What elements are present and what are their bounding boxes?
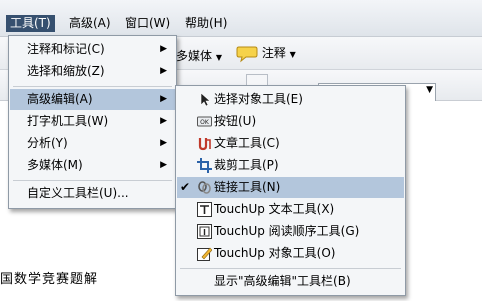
submenu-arrow-icon: ▶ (160, 44, 167, 54)
menu-advanced[interactable]: 高级(A) (65, 15, 115, 32)
menu-item-label: TouchUp 文本工具(X) (214, 202, 335, 216)
menu-item-label: 文章工具(C) (214, 136, 280, 150)
menu-item-label: TouchUp 阅读顺序工具(G) (214, 224, 360, 238)
menu-item-multimedia[interactable]: 多媒体(M) ▶ (10, 155, 175, 176)
submenu-arrow-icon: ▶ (160, 138, 167, 148)
menu-item-select-zoom[interactable]: 选择和缩放(Z) ▶ (10, 61, 175, 82)
reading-order-icon (197, 224, 212, 239)
touchup-text-icon (197, 202, 212, 217)
checkmark-icon: ✔ (180, 180, 191, 194)
chevron-down-icon: ▼ (215, 53, 222, 62)
touchup-object-icon (197, 247, 212, 261)
menu-item-label: 高级编辑(A) (27, 92, 93, 106)
comment-bubble-icon (236, 46, 258, 62)
arrow-pointer-icon (200, 92, 211, 107)
menu-item-label: 自定义工具栏(U)... (27, 186, 129, 200)
menu-item-label: 分析(Y) (27, 136, 68, 150)
menu-item-label: 裁剪工具(P) (214, 158, 279, 172)
annotate-button[interactable]: 注释 ▼ (236, 44, 296, 63)
crop-icon (197, 158, 212, 173)
article-icon (198, 138, 211, 151)
menu-item-customize-toolbars[interactable]: 自定义工具栏(U)... (10, 183, 175, 204)
menu-item-label: TouchUp 对象工具(O) (214, 246, 336, 260)
menu-help[interactable]: 帮助(H) (181, 15, 231, 32)
menu-item-analysis[interactable]: 分析(Y) ▶ (10, 133, 175, 154)
button-ok-icon: OK (197, 116, 212, 127)
menu-item-show-advanced-editing-toolbar[interactable]: 显示"高级编辑"工具栏(B) (177, 271, 404, 292)
menu-item-select-object-tool[interactable]: 选择对象工具(E) (177, 89, 404, 110)
menu-separator (13, 180, 172, 181)
submenu-arrow-icon: ▶ (160, 66, 167, 76)
menu-item-advanced-editing[interactable]: 高级编辑(A) ▶ (10, 89, 175, 110)
link-chain-icon (198, 181, 211, 194)
chevron-down-icon: ▼ (426, 85, 433, 95)
menu-window[interactable]: 窗口(W) (121, 15, 174, 32)
submenu-arrow-icon: ▶ (160, 94, 167, 104)
annotate-label: 注释 (261, 46, 286, 60)
menu-item-button-tool[interactable]: OK 按钮(U) (177, 111, 404, 132)
menu-item-label: 链接工具(N) (214, 180, 281, 194)
document-text: 国数学竞赛题解 (0, 272, 99, 287)
menu-item-typewriter[interactable]: 打字机工具(W) ▶ (10, 111, 175, 132)
menu-separator (180, 268, 401, 269)
submenu-arrow-icon: ▶ (160, 116, 167, 126)
menu-item-label: 多媒体(M) (27, 158, 83, 172)
menu-item-label: 选择和缩放(Z) (27, 64, 105, 78)
menu-item-label: 显示"高级编辑"工具栏(B) (214, 274, 351, 288)
advanced-editing-submenu: 选择对象工具(E) OK 按钮(U) 文章工具(C) 裁剪工具(P) ✔ 链接工… (175, 85, 406, 296)
menu-item-link-tool[interactable]: ✔ 链接工具(N) (177, 177, 404, 198)
menu-item-crop-tool[interactable]: 裁剪工具(P) (177, 155, 404, 176)
menu-item-comment-markup[interactable]: 注释和标记(C) ▶ (10, 39, 175, 60)
tools-menu: 注释和标记(C) ▶ 选择和缩放(Z) ▶ 高级编辑(A) ▶ 打字机工具(W)… (8, 35, 177, 209)
menu-item-label: 打字机工具(W) (27, 114, 109, 128)
menu-item-label: 注释和标记(C) (27, 42, 105, 56)
svg-text:OK: OK (200, 119, 210, 126)
chevron-down-icon: ▼ (289, 50, 296, 59)
menu-tools[interactable]: 工具(T) (6, 15, 55, 32)
menu-item-touchup-object-tool[interactable]: TouchUp 对象工具(O) (177, 243, 404, 264)
menu-separator (13, 86, 172, 87)
menu-item-label: 选择对象工具(E) (214, 92, 303, 106)
menubar: 工具(T) 高级(A) 窗口(W) 帮助(H) (0, 0, 482, 37)
multimedia-button[interactable]: 多媒体 ▼ (176, 47, 222, 64)
multimedia-label: 多媒体 (176, 49, 213, 63)
menu-item-label: 按钮(U) (214, 114, 257, 128)
menu-item-touchup-reading-order-tool[interactable]: TouchUp 阅读顺序工具(G) (177, 221, 404, 242)
submenu-arrow-icon: ▶ (160, 160, 167, 170)
menu-item-article-tool[interactable]: 文章工具(C) (177, 133, 404, 154)
menu-item-touchup-text-tool[interactable]: TouchUp 文本工具(X) (177, 199, 404, 220)
